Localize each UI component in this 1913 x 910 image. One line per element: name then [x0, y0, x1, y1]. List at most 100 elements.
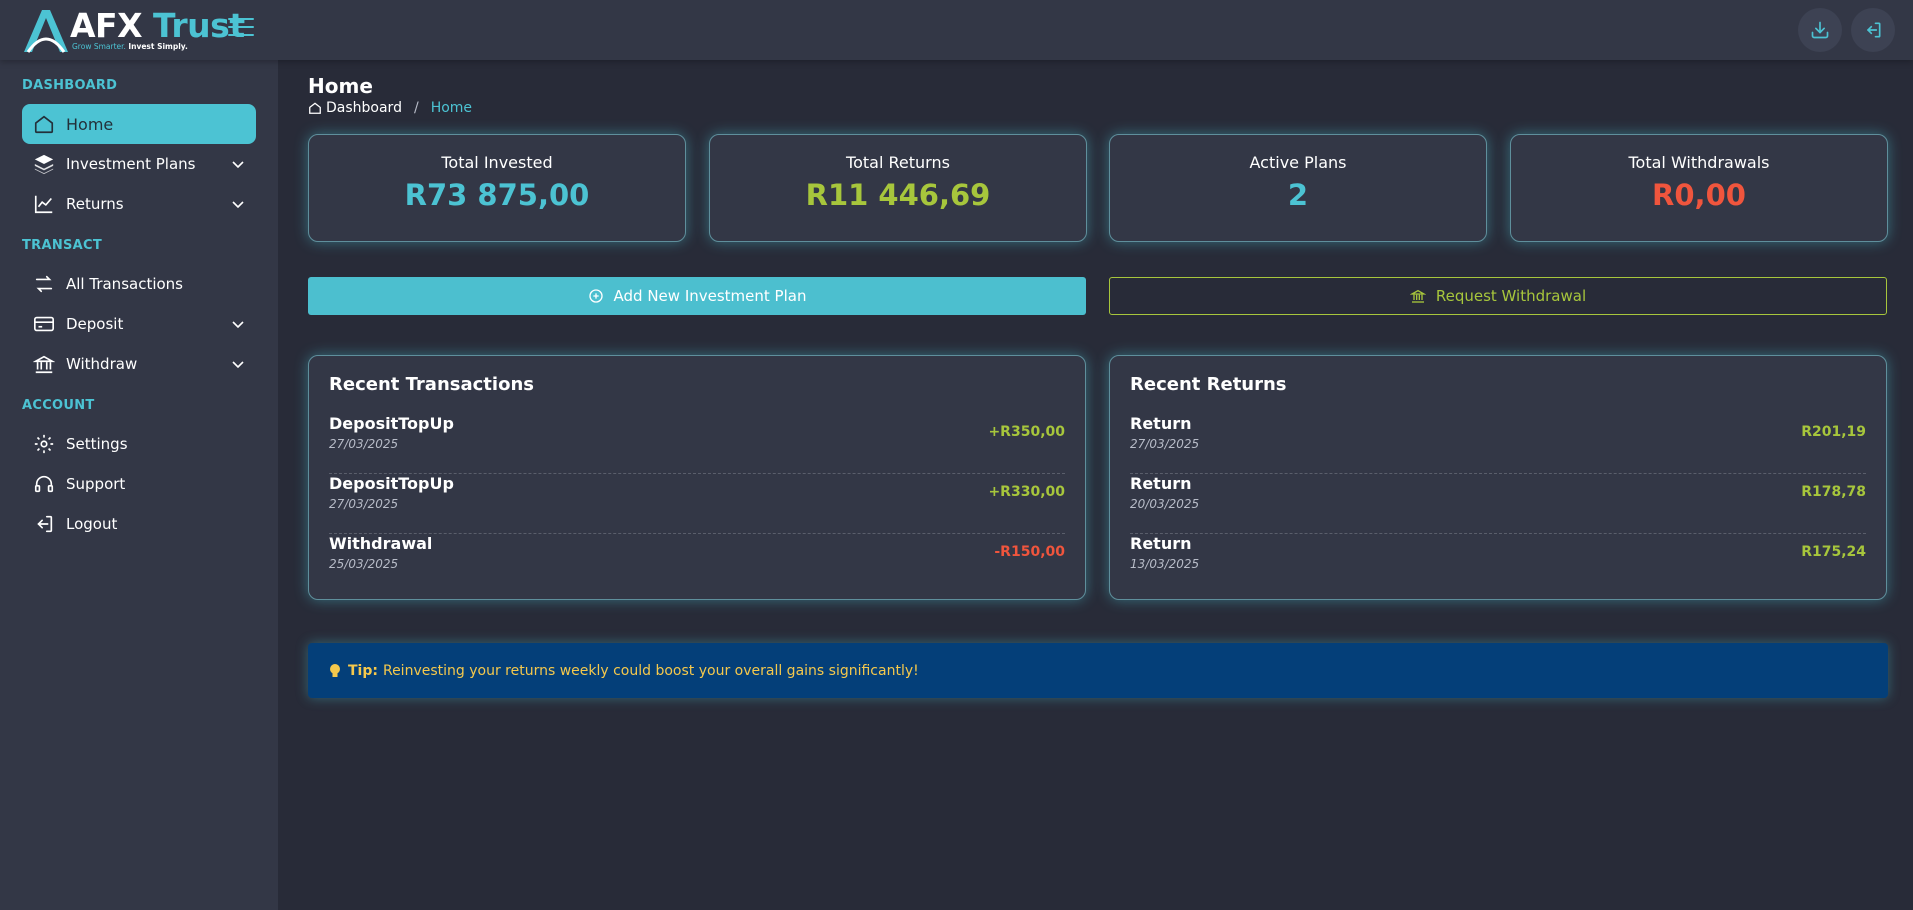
home-icon [32, 112, 56, 136]
sidebar-item-all-transactions[interactable]: All Transactions [22, 264, 256, 304]
bank-icon [32, 352, 56, 376]
return-amount: R178,78 [1801, 484, 1866, 500]
transaction-row: DepositTopUp 27/03/2025 +R350,00 [329, 414, 1065, 474]
transaction-amount: +R350,00 [988, 424, 1065, 440]
stat-card-total-withdrawals: Total Withdrawals R0,00 [1510, 134, 1888, 242]
stat-label: Total Returns [846, 153, 950, 172]
breadcrumb-separator: / [413, 100, 419, 116]
stat-value: 2 [1287, 178, 1309, 212]
return-date: 27/03/2025 [1130, 437, 1200, 451]
chevron-down-icon [232, 361, 244, 369]
add-investment-plan-label: Add New Investment Plan [613, 287, 807, 305]
tip-text: Reinvesting your returns weekly could bo… [382, 662, 919, 679]
transaction-date: 27/03/2025 [329, 437, 399, 451]
bank-icon [1409, 289, 1426, 303]
stat-card-total-invested: Total Invested R73 875,00 [308, 134, 686, 242]
transaction-amount: +R330,00 [988, 484, 1065, 500]
panel-title: Recent Transactions [329, 374, 534, 395]
return-name: Return [1130, 414, 1192, 433]
return-name: Return [1130, 534, 1192, 553]
sidebar-item-label: Deposit [66, 315, 124, 333]
transaction-date: 27/03/2025 [329, 497, 399, 511]
brand-name: AFX Trust [70, 6, 245, 45]
recent-returns-panel: Recent Returns Return 27/03/2025 R201,19… [1109, 355, 1887, 600]
sidebar-item-label: All Transactions [66, 275, 183, 293]
breadcrumb-root[interactable]: Dashboard [326, 100, 402, 116]
chevron-down-icon [232, 321, 244, 329]
tip-label: Tip: [348, 662, 378, 679]
section-account: ACCOUNT [22, 398, 95, 413]
sidebar-item-label: Returns [66, 195, 124, 213]
panel-title: Recent Returns [1130, 374, 1287, 395]
home-icon [309, 102, 321, 114]
logout-button[interactable] [1851, 8, 1895, 52]
logo-arch-icon [24, 10, 68, 53]
sidebar-item-logout[interactable]: Logout [22, 504, 256, 544]
download-icon [1811, 21, 1829, 39]
tip-banner: Tip: Reinvesting your returns weekly cou… [308, 643, 1888, 698]
logout-icon [32, 512, 56, 536]
sidebar-item-returns[interactable]: Returns [22, 184, 256, 224]
transaction-name: DepositTopUp [329, 414, 454, 433]
gear-icon [32, 432, 56, 456]
sidebar-item-label: Withdraw [66, 355, 138, 373]
logout-icon [1867, 22, 1881, 38]
recent-transactions-panel: Recent Transactions DepositTopUp 27/03/2… [308, 355, 1086, 600]
return-row: Return 20/03/2025 R178,78 [1130, 474, 1866, 534]
headset-icon [32, 472, 56, 496]
sidebar-item-support[interactable]: Support [22, 464, 256, 504]
brand-logo[interactable]: AFX Trust Grow Smarter. Invest Simply. [22, 6, 245, 54]
request-withdrawal-button[interactable]: Request Withdrawal [1109, 277, 1887, 315]
request-withdrawal-label: Request Withdrawal [1435, 287, 1587, 305]
stat-label: Total Invested [441, 153, 553, 172]
add-investment-plan-button[interactable]: Add New Investment Plan [308, 277, 1086, 315]
lightbulb-icon [330, 663, 340, 677]
sidebar-item-settings[interactable]: Settings [22, 424, 256, 464]
chevron-down-icon [232, 201, 244, 209]
transaction-row: Withdrawal 25/03/2025 -R150,00 [329, 534, 1065, 594]
stat-value: R73 875,00 [404, 178, 590, 212]
top-bar: AFX Trust Grow Smarter. Invest Simply. [0, 0, 1913, 60]
return-date: 13/03/2025 [1130, 557, 1200, 571]
sidebar-item-home[interactable]: Home [22, 104, 256, 144]
swap-arrows-icon [32, 272, 56, 296]
stat-label: Total Withdrawals [1628, 153, 1770, 172]
return-row: Return 13/03/2025 R175,24 [1130, 534, 1866, 594]
return-date: 20/03/2025 [1130, 497, 1200, 511]
stat-value: R0,00 [1652, 178, 1746, 212]
transaction-row: DepositTopUp 27/03/2025 +R330,00 [329, 474, 1065, 534]
return-name: Return [1130, 474, 1192, 493]
sidebar-item-label: Logout [66, 515, 118, 533]
layers-icon [32, 152, 56, 176]
stat-card-active-plans: Active Plans 2 [1109, 134, 1487, 242]
breadcrumb-current: Home [430, 100, 473, 116]
sidebar-item-deposit[interactable]: Deposit [22, 304, 256, 344]
return-amount: R201,19 [1801, 424, 1866, 440]
stat-card-total-returns: Total Returns R11 446,69 [709, 134, 1087, 242]
transaction-amount: -R150,00 [994, 544, 1065, 560]
transaction-date: 25/03/2025 [329, 557, 399, 571]
stat-label: Active Plans [1249, 153, 1347, 172]
chart-line-icon [32, 192, 56, 216]
brand-tagline: Grow Smarter. Invest Simply. [72, 42, 188, 51]
transaction-name: DepositTopUp [329, 474, 454, 493]
sidebar-item-withdraw[interactable]: Withdraw [22, 344, 256, 384]
chevron-down-icon [232, 161, 244, 169]
return-row: Return 27/03/2025 R201,19 [1130, 414, 1866, 474]
sidebar-item-investment-plans[interactable]: Investment Plans [22, 144, 256, 184]
sidebar-item-label: Support [66, 475, 126, 493]
section-dashboard: DASHBOARD [22, 78, 118, 93]
breadcrumb: Dashboard / Home [308, 100, 472, 116]
sidebar-item-label: Home [66, 114, 114, 134]
main-content: Home Dashboard / Home Total Invested R73… [278, 60, 1913, 910]
page-title: Home [308, 74, 373, 98]
sidebar-item-label: Settings [66, 435, 128, 453]
section-transact: TRANSACT [22, 238, 103, 253]
stat-value: R11 446,69 [805, 178, 991, 212]
sidebar: DASHBOARD Home Investment Plans Returns … [0, 60, 278, 910]
sidebar-item-label: Investment Plans [66, 155, 196, 173]
transaction-name: Withdrawal [329, 534, 433, 553]
hamburger-icon[interactable] [228, 18, 254, 40]
return-amount: R175,24 [1801, 544, 1866, 560]
download-button[interactable] [1798, 8, 1842, 52]
